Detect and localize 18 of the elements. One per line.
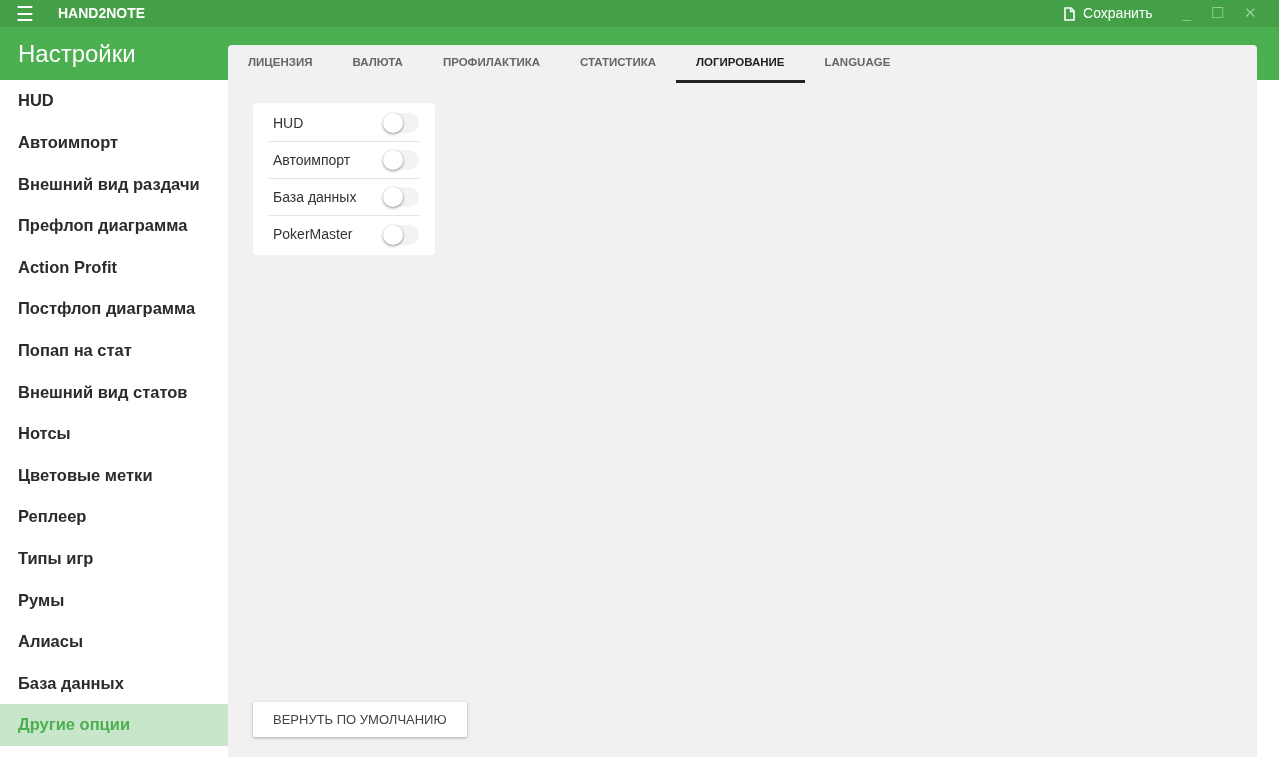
setting-label: Автоимпорт [273,150,351,170]
setting-label: База данных [273,187,357,207]
tab[interactable]: LANGUAGE [804,45,911,83]
reset-defaults-button[interactable]: ВЕРНУТЬ ПО УМОЛЧАНИЮ [253,701,467,737]
toggle-switch[interactable] [383,224,419,245]
sidebar-title: Настройки [17,38,137,69]
setting-label: HUD [273,113,304,133]
tab[interactable]: ВАЛЮТА [332,45,423,83]
toggle-switch[interactable] [383,187,419,207]
tab[interactable]: ЛИЦЕНЗИЯ [228,45,333,83]
setting-label: PokerMaster [273,225,353,244]
tab[interactable]: ЛОГИРОВАНИЕ [676,45,805,83]
tab[interactable]: СТАТИСТИКА [560,45,676,83]
app-title: HAND2NOTE [58,4,146,23]
toggle-switch[interactable] [383,150,419,170]
tab[interactable]: ПРОФИЛАКТИКА [422,45,560,83]
toggle-switch[interactable] [383,113,419,133]
document-icon [1064,6,1076,21]
